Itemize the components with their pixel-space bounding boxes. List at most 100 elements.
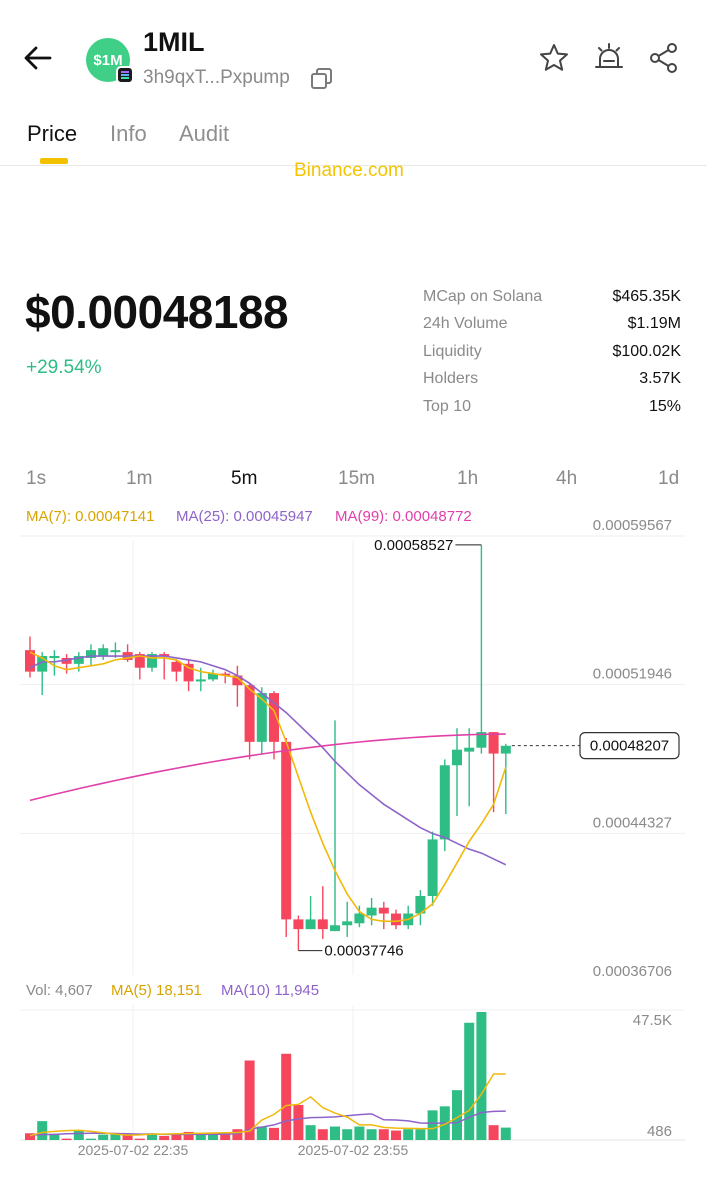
- volume-bar: [208, 1134, 218, 1140]
- stat-label: 24h Volume: [423, 315, 508, 332]
- stat-label: Top 10: [423, 398, 472, 415]
- candle-body: [366, 907, 377, 916]
- interval-1d[interactable]: 1d: [658, 468, 679, 490]
- volume-legend: Vol: 4,607: [26, 982, 93, 999]
- avatar: $1M: [86, 38, 134, 84]
- low-price-label: 0.00037746: [324, 943, 403, 960]
- ad-banner-link[interactable]: Binance.com: [294, 160, 404, 182]
- candle-body: [439, 765, 450, 840]
- volume-bar: [73, 1130, 84, 1140]
- price-change: +29.54%: [26, 357, 102, 378]
- volume-bar: [61, 1138, 72, 1140]
- share-button[interactable]: [647, 42, 681, 74]
- volume-bar: [342, 1129, 353, 1140]
- back-button[interactable]: [20, 40, 56, 76]
- volume-bar: [500, 1127, 511, 1140]
- alarm-icon: [595, 43, 623, 68]
- stat-label: Liquidity: [423, 343, 482, 360]
- price-axis-label: 0.00051946: [593, 666, 672, 683]
- ma99-line: [29, 733, 506, 802]
- volume-bar: [195, 1134, 206, 1140]
- star-icon: [540, 44, 568, 71]
- candle-body: [293, 919, 304, 930]
- candle-body: [452, 749, 462, 766]
- stat-value: 3.57K: [639, 370, 681, 387]
- stat-row-liquidity: Liquidity $100.02K: [423, 343, 681, 367]
- interval-4h[interactable]: 4h: [556, 468, 577, 490]
- candle-body: [49, 656, 60, 659]
- copy-address-button[interactable]: [309, 66, 335, 92]
- tab-audit[interactable]: Audit: [179, 121, 229, 147]
- candle-body: [195, 679, 206, 682]
- stat-value: $465.35K: [612, 288, 681, 305]
- copy-icon: [311, 68, 332, 89]
- token-address: 3h9qxT...Pxpump: [143, 67, 290, 88]
- volume-bar: [37, 1121, 48, 1140]
- volume-bar: [488, 1125, 499, 1140]
- volume-bar: [427, 1110, 438, 1140]
- candle-body: [183, 663, 194, 682]
- candle-body: [378, 907, 389, 914]
- volume-bar: [269, 1127, 279, 1140]
- interval-1h[interactable]: 1h: [457, 468, 478, 490]
- interval-1s[interactable]: 1s: [26, 468, 46, 490]
- candle-body: [488, 732, 499, 754]
- volume-axis-max: 47.5K: [633, 1012, 672, 1029]
- time-axis-label: 2025-07-02 22:35: [78, 1142, 189, 1158]
- price-axis-label: 0.00059567: [593, 517, 672, 534]
- arrow-left-icon: [24, 46, 52, 70]
- candle-body: [244, 685, 255, 742]
- vol-ma10-legend: MA(10) 11,945: [221, 982, 320, 999]
- vol-ma5-legend: MA(5) 18,151: [111, 982, 202, 999]
- volume-bar: [293, 1104, 304, 1140]
- volume-chart[interactable]: 47.5K 486 2025-07-02 22:35 2025-07-02 23:55: [0, 1000, 707, 1200]
- candle-body: [256, 693, 267, 742]
- stat-label: Holders: [423, 370, 479, 387]
- candle-body: [171, 661, 182, 672]
- volume-bar: [281, 1053, 292, 1140]
- volume-bar: [134, 1138, 145, 1140]
- interval-5m[interactable]: 5m: [231, 468, 257, 490]
- candle-body: [354, 913, 365, 924]
- stat-row-holders: Holders 3.57K: [423, 370, 681, 394]
- volume-bar: [330, 1126, 340, 1140]
- candle-body: [342, 921, 353, 926]
- volume-bar: [305, 1125, 316, 1140]
- stat-value: 15%: [648, 398, 681, 415]
- price-axis-label: 0.00036706: [593, 963, 672, 980]
- interval-15m[interactable]: 15m: [338, 468, 375, 490]
- favorite-button[interactable]: [538, 42, 570, 74]
- volume-axis-min: 486: [647, 1123, 672, 1140]
- candle-body: [500, 745, 511, 754]
- volume-bar: [354, 1126, 365, 1140]
- volume-bar: [378, 1129, 389, 1140]
- alert-button[interactable]: [592, 42, 626, 74]
- chain-badge-icon: [116, 66, 134, 84]
- stat-value: $1.19M: [627, 315, 681, 332]
- current-price-label: 0.00048207: [590, 738, 669, 755]
- tab-info[interactable]: Info: [110, 121, 147, 147]
- volume-bar: [86, 1138, 96, 1140]
- price-axis-label: 0.00044327: [593, 814, 672, 831]
- candle-body: [330, 925, 340, 932]
- candle-body: [317, 919, 328, 930]
- candle-body: [281, 741, 292, 920]
- tab-price[interactable]: Price: [27, 121, 77, 147]
- interval-1m[interactable]: 1m: [126, 468, 152, 490]
- volume-bar: [317, 1129, 328, 1140]
- stat-row-volume: 24h Volume $1.19M: [423, 315, 681, 339]
- volume-bar: [391, 1130, 401, 1140]
- candlestick-chart[interactable]: 0.00059567 0.00051946 0.00044327 0.00036706…: [0, 500, 707, 980]
- time-axis-label: 2025-07-02 23:55: [298, 1142, 409, 1158]
- stat-value: $100.02K: [612, 343, 681, 360]
- volume-bar: [256, 1126, 267, 1140]
- volume-bar: [171, 1134, 182, 1140]
- volume-bar: [464, 1022, 475, 1140]
- volume-bar: [98, 1134, 109, 1140]
- volume-bar: [366, 1129, 377, 1140]
- volume-bar: [476, 1012, 487, 1140]
- stat-label: MCap on Solana: [423, 288, 543, 305]
- candle-body: [305, 919, 316, 930]
- candle-body: [110, 650, 121, 653]
- candle-body: [391, 913, 401, 926]
